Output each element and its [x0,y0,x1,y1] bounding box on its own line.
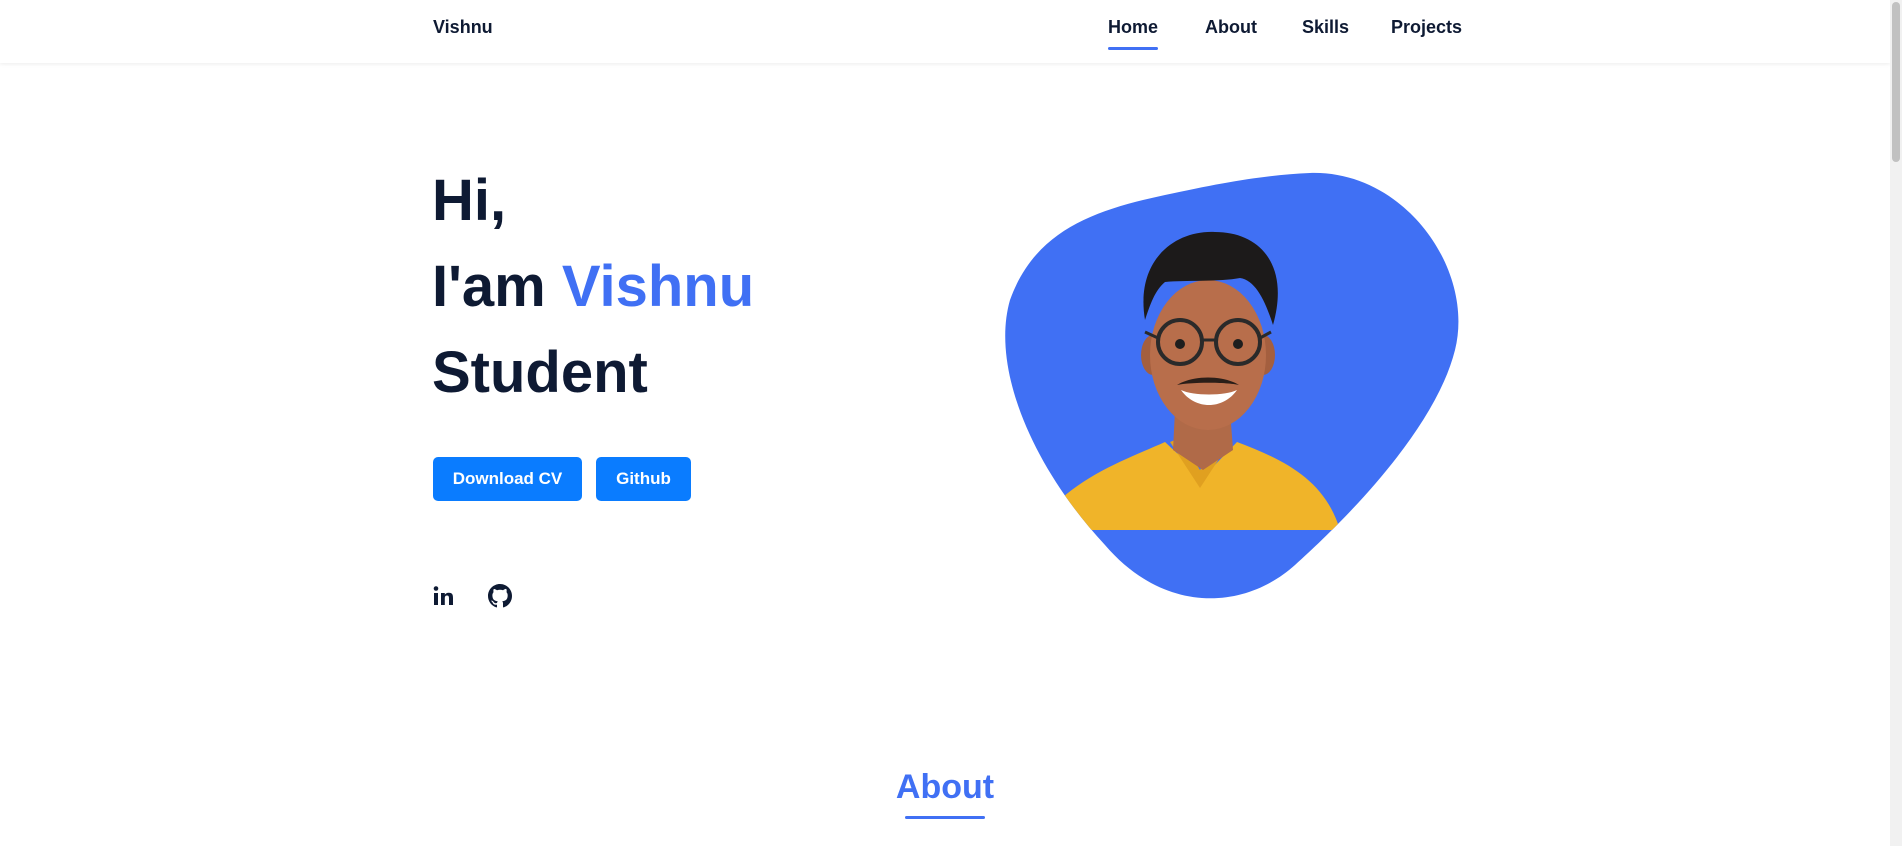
linkedin-icon [433,586,453,605]
nav-about[interactable]: About [1205,17,1257,38]
hero-intro: I'am Vishnu [432,244,754,330]
hero-name: Vishnu [561,254,755,319]
hero-role: Student [432,340,648,405]
page: Vishnu Home About Skills Projects Hi, I'… [0,0,1902,846]
download-cv-button[interactable]: Download CV [433,457,582,501]
page-scrollbar[interactable] [1890,0,1902,846]
github-button[interactable]: Github [596,457,691,501]
about-underline [905,816,985,819]
hero-greeting: Hi, [432,168,507,233]
profile-photo [1005,172,1459,599]
hero-title: Hi, I'am Vishnu Student [432,158,754,416]
hero-intro-prefix: I'am [432,254,562,319]
about-heading: About [895,768,995,806]
github-link[interactable] [488,584,514,610]
hero-image [1005,170,1461,614]
nav-skills[interactable]: Skills [1302,17,1349,38]
nav-home[interactable]: Home [1108,17,1159,50]
site-header: Vishnu Home About Skills Projects [0,0,1890,63]
scrollbar-thumb[interactable] [1892,2,1900,162]
linkedin-link[interactable] [432,584,458,610]
site-logo[interactable]: Vishnu [433,17,493,38]
nav-projects[interactable]: Projects [1391,17,1462,38]
github-icon [488,584,512,608]
